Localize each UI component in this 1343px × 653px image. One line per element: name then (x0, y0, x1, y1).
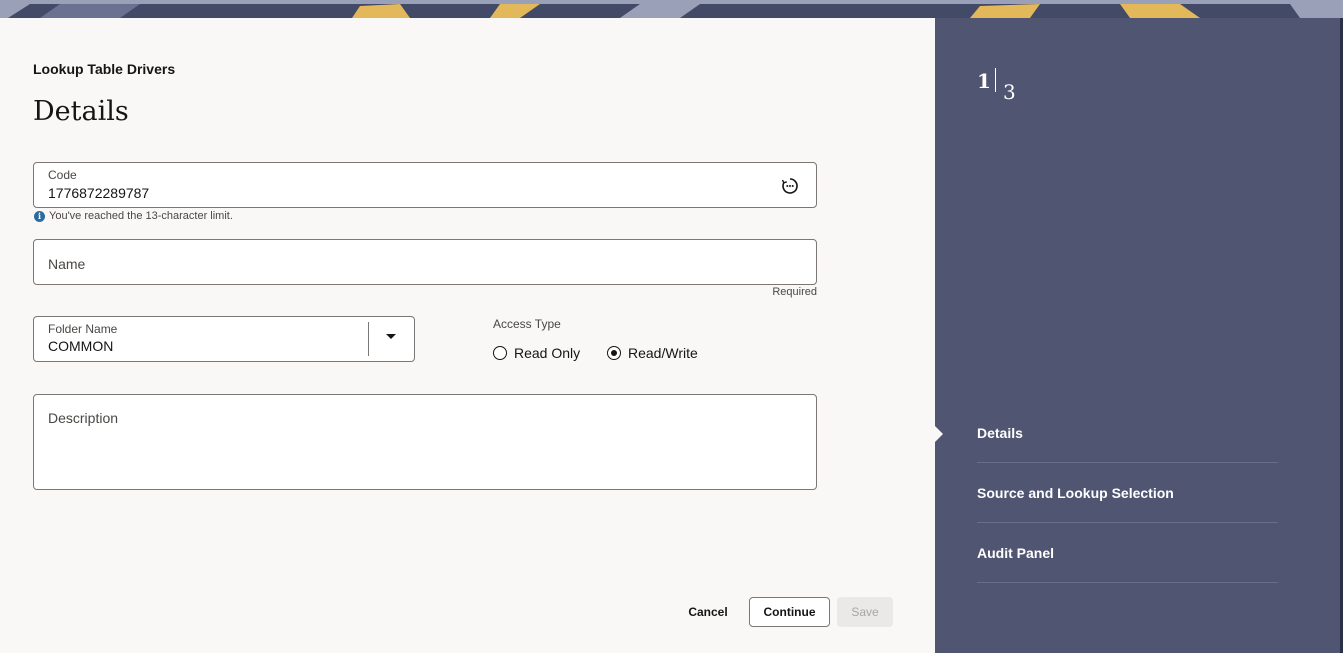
step-source-lookup-label[interactable]: Source and Lookup Selection (977, 485, 1174, 501)
radio-read-write-label[interactable]: Read/Write (628, 345, 698, 361)
current-step-number: 1 (977, 69, 991, 93)
page-title: Details (33, 96, 129, 127)
description-placeholder: Description (48, 410, 119, 426)
code-hint-text: You've reached the 13-character limit. (49, 210, 233, 222)
description-field[interactable]: Description (33, 394, 817, 490)
step-audit-panel[interactable]: Audit Panel (977, 523, 1278, 583)
folder-name-value: COMMON (48, 338, 114, 354)
info-icon: i (34, 210, 45, 222)
total-steps-number: 3 (1003, 80, 1016, 104)
chevron-down-icon[interactable] (386, 334, 396, 339)
access-type-label: Access Type (493, 317, 561, 331)
decorative-banner (0, 0, 1343, 18)
select-divider (368, 322, 369, 356)
code-value[interactable]: 1776872289787 (48, 185, 149, 201)
breadcrumb: Lookup Table Drivers (33, 61, 176, 77)
main-panel: Lookup Table Drivers Details Code 177687… (0, 18, 935, 653)
cancel-button[interactable]: Cancel (683, 597, 733, 627)
radio-read-write[interactable]: Read/Write (607, 345, 698, 361)
step-navigation-panel: 1 3 Details Source and Lookup Selection … (935, 18, 1343, 653)
step-audit-panel-label[interactable]: Audit Panel (977, 545, 1054, 561)
radio-button-icon[interactable] (493, 346, 507, 360)
folder-name-select[interactable]: Folder Name COMMON (33, 316, 415, 362)
code-field[interactable]: Code 1776872289787 (33, 162, 817, 208)
save-button[interactable]: Save (837, 597, 893, 627)
radio-read-only-label[interactable]: Read Only (514, 345, 580, 361)
radio-read-only[interactable]: Read Only (493, 345, 580, 361)
name-field[interactable]: Name (33, 239, 817, 285)
code-hint: i You've reached the 13-character limit. (34, 210, 233, 222)
active-step-pointer (935, 426, 943, 442)
continue-button[interactable]: Continue (749, 597, 830, 627)
name-placeholder: Name (48, 256, 86, 272)
step-details-label[interactable]: Details (977, 425, 1023, 441)
step-divider (995, 68, 996, 92)
step-details[interactable]: Details (977, 403, 1278, 463)
radio-button-selected-icon[interactable] (607, 346, 621, 360)
refresh-chat-icon[interactable] (780, 176, 800, 196)
code-label: Code (48, 168, 77, 182)
required-label: Required (772, 286, 817, 298)
step-source-lookup-selection[interactable]: Source and Lookup Selection (977, 463, 1278, 523)
folder-name-label: Folder Name (48, 322, 118, 336)
